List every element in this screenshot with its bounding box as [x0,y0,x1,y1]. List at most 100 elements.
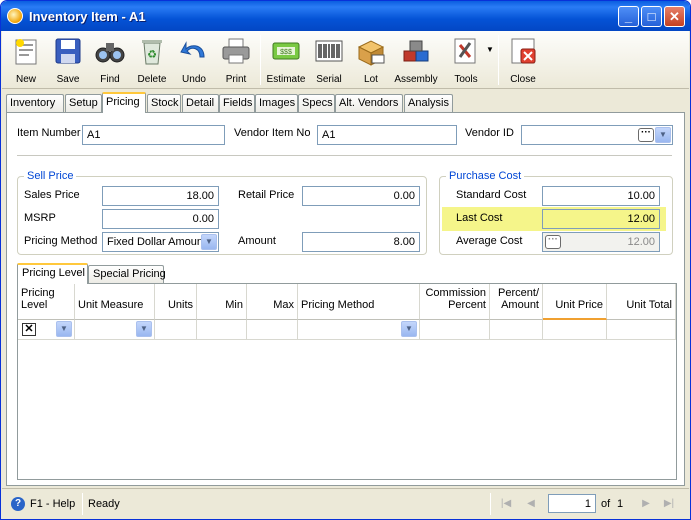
tab-pricing-level[interactable]: Pricing Level [17,263,88,284]
min-cell[interactable] [197,320,247,340]
tools-dropdown-arrow-icon[interactable]: ▼ [486,45,494,54]
save-button[interactable]: Save [46,33,90,87]
pricing-method-select[interactable]: Fixed Dollar Amount ▼ [102,232,219,252]
average-cost-field[interactable]: ··· 12.00 [542,232,660,252]
save-label: Save [56,74,80,85]
sales-price-field[interactable]: 18.00 [102,186,219,206]
previous-page-icon[interactable]: ◀ [524,497,538,511]
tab-detail[interactable]: Detail [182,94,219,112]
tab-pricing[interactable]: Pricing [102,92,146,113]
help-icon[interactable]: ? [11,497,25,511]
close-label: Close [510,74,536,85]
tools-button[interactable]: Tools [444,33,488,87]
column-header-line2: Max [273,299,294,311]
maximize-button[interactable]: □ [641,6,662,27]
first-page-icon[interactable]: |◀ [499,497,513,511]
last-cost-field[interactable]: 12.00 [542,209,660,229]
column-header[interactable]: Pricing Level [18,284,75,320]
find-label: Find [100,74,120,85]
column-header-line2: Units [167,299,193,311]
msrp-field[interactable]: 0.00 [102,209,219,229]
amount-field[interactable]: 8.00 [302,232,420,252]
lot-icon [357,40,385,66]
column-header[interactable]: Unit Total [607,284,676,320]
page-number-input[interactable]: 1 [548,494,596,513]
pricing-method-cell[interactable]: ▼ [298,320,420,340]
percent-amount-cell[interactable] [490,320,543,340]
estimate-icon: $$$ [272,42,300,60]
item-number-field[interactable]: A1 [82,125,225,145]
tab-fields[interactable]: Fields [219,94,255,112]
find-button[interactable]: Find [88,33,132,87]
toolbar-separator [498,35,499,85]
column-header[interactable]: Units [155,284,197,320]
tab-alt-vendors[interactable]: Alt. Vendors [335,94,403,112]
column-header-line2: Amount [501,299,539,311]
minimize-button[interactable]: _ [618,6,639,27]
assembly-button[interactable]: Assembly [394,33,438,87]
lookup-icon[interactable]: ··· [638,128,654,142]
chevron-down-icon[interactable]: ▼ [401,321,417,337]
column-header[interactable]: Min [197,284,247,320]
column-header[interactable]: Pricing Method [298,284,420,320]
pricing-method-label: Pricing Method [24,235,98,247]
vendor-item-no-field[interactable]: A1 [317,125,457,145]
close-icon: ✕ [669,9,680,24]
chevron-down-icon[interactable]: ▼ [655,127,671,143]
column-header[interactable]: Percent/Amount [490,284,543,320]
last-page-icon[interactable]: ▶| [662,497,676,511]
column-header-line2: Level [21,299,48,311]
chevron-down-icon[interactable]: ▼ [136,321,152,337]
vendor-id-field[interactable]: ··· ▼ [521,125,673,145]
column-header[interactable]: Commission Percent [420,284,490,320]
retail-price-field[interactable]: 0.00 [302,186,420,206]
unit-total-cell[interactable] [607,320,676,340]
sell-price-group: Sell Price Sales Price 18.00 MSRP 0.00 P… [17,170,427,255]
undo-button[interactable]: Undo [172,33,216,87]
chevron-down-icon[interactable]: ▼ [56,321,72,337]
column-header[interactable]: Unit Measure [75,284,155,320]
lookup-icon[interactable]: ··· [545,235,561,249]
vendor-id-label: Vendor ID [465,127,514,139]
pricing-level-cell[interactable]: ✕ ▼ [18,320,75,340]
of-label: of [601,498,611,510]
column-header-line1 [200,287,243,299]
column-header-line1 [250,287,294,299]
print-button[interactable]: Print [214,33,258,87]
column-header-line1: Commission [425,287,486,299]
svg-text:$$$: $$$ [280,49,292,56]
close-button[interactable]: Close [501,33,545,87]
column-header[interactable]: Unit Price [543,284,607,320]
tab-setup[interactable]: Setup [65,94,102,112]
standard-cost-field[interactable]: 10.00 [542,186,660,206]
tab-special-pricing[interactable]: Special Pricing [88,265,166,283]
max-cell[interactable] [247,320,298,340]
tab-inventory[interactable]: Inventory [6,94,64,112]
new-button[interactable]: New [4,33,48,87]
status-separator [490,493,491,515]
commission-percent-cell[interactable] [420,320,490,340]
delete-button[interactable]: ♻ Delete [130,33,174,87]
delete-row-icon[interactable]: ✕ [22,323,36,336]
serial-label: Serial [316,74,342,85]
tab-images[interactable]: Images [255,94,298,112]
window-title: Inventory Item - A1 [29,9,146,24]
tab-analysis[interactable]: Analysis [404,94,453,112]
tab-stock[interactable]: Stock [147,94,181,112]
unit-price-cell[interactable] [543,320,607,340]
lot-button[interactable]: Lot [349,33,393,87]
chevron-down-icon[interactable]: ▼ [201,234,217,250]
column-header-line2: Percent [448,299,486,311]
title-bar: Inventory Item - A1 _ □ ✕ [1,1,690,31]
serial-button[interactable]: Serial [307,33,351,87]
tab-specs[interactable]: Specs [298,94,335,112]
column-header-line2: Unit Total [626,299,672,311]
units-cell[interactable] [155,320,197,340]
column-header[interactable]: Max [247,284,298,320]
next-page-icon[interactable]: ▶ [639,497,653,511]
unit-measure-cell[interactable]: ▼ [75,320,155,340]
estimate-label: Estimate [266,74,306,85]
close-window-button[interactable]: ✕ [664,6,685,27]
sales-price-label: Sales Price [24,189,80,201]
estimate-button[interactable]: $$$ Estimate [264,33,308,87]
